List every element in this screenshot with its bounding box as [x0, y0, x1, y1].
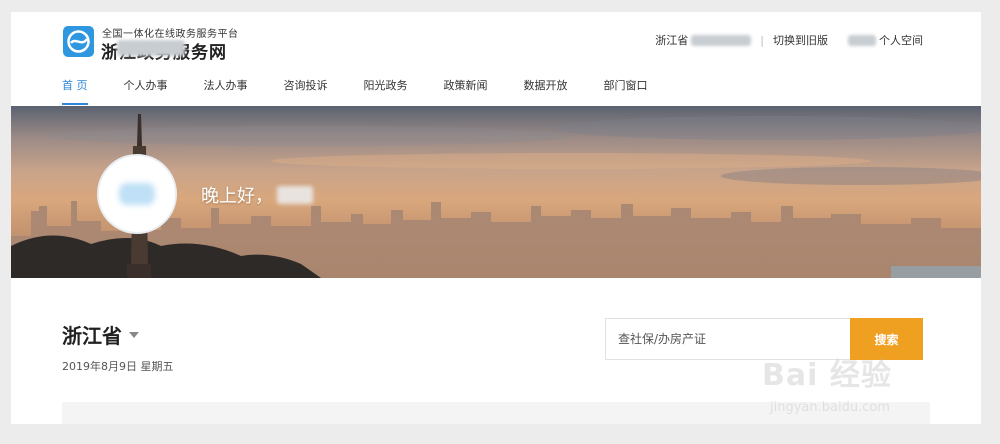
search-input[interactable]: [605, 318, 850, 360]
nav-policy-news[interactable]: 政策新闻: [444, 68, 488, 105]
current-date: 2019年8月9日 星期五: [62, 360, 174, 373]
switch-old-version-link[interactable]: 切换到旧版: [773, 32, 828, 48]
nav-consult-complaint[interactable]: 咨询投诉: [284, 68, 328, 105]
location-redaction: [691, 34, 752, 46]
user-avatar[interactable]: [97, 154, 177, 234]
divider: |: [760, 33, 764, 47]
personal-space-link[interactable]: 个人空间: [879, 32, 923, 48]
nav-open-government[interactable]: 阳光政务: [364, 68, 408, 105]
site-header: 全国一体化在线政务服务平台 浙江政务服务网 浙江省 | 切换到旧版 个人空间 首…: [11, 12, 981, 106]
logo-redaction: [117, 40, 185, 56]
nav-department-window[interactable]: 部门窗口: [604, 68, 648, 105]
main-nav: 首 页 个人办事 法人办事 咨询投诉 阳光政务 政策新闻 数据开放 部门窗口: [62, 68, 684, 106]
top-right-links: 浙江省 | 切换到旧版 个人空间: [655, 32, 923, 48]
avatar-redaction: [119, 183, 155, 205]
username-redaction: [848, 34, 876, 46]
page-container: 全国一体化在线政务服务平台 浙江政务服务网 浙江省 | 切换到旧版 个人空间 首…: [11, 12, 981, 424]
search-bar: 搜索: [605, 318, 923, 360]
content-area: [62, 402, 930, 424]
region-name: 浙江省: [62, 324, 122, 348]
nav-home[interactable]: 首 页: [62, 68, 88, 105]
greeting-label: 晚上好，: [201, 186, 273, 207]
search-button[interactable]: 搜索: [850, 318, 923, 360]
hero-banner: 晚上好，: [11, 106, 981, 278]
nav-open-data[interactable]: 数据开放: [524, 68, 568, 105]
caret-down-icon: [129, 331, 139, 338]
nav-legal-entity-affairs[interactable]: 法人办事: [204, 68, 248, 105]
nav-personal-affairs[interactable]: 个人办事: [124, 68, 168, 105]
location-label: 浙江省: [655, 34, 689, 47]
logo-icon[interactable]: [63, 26, 94, 57]
username-redaction: [277, 186, 313, 204]
region-selector[interactable]: 浙江省: [62, 320, 139, 349]
greeting-text: 晚上好，: [201, 182, 313, 208]
location-selector[interactable]: 浙江省: [655, 32, 752, 48]
